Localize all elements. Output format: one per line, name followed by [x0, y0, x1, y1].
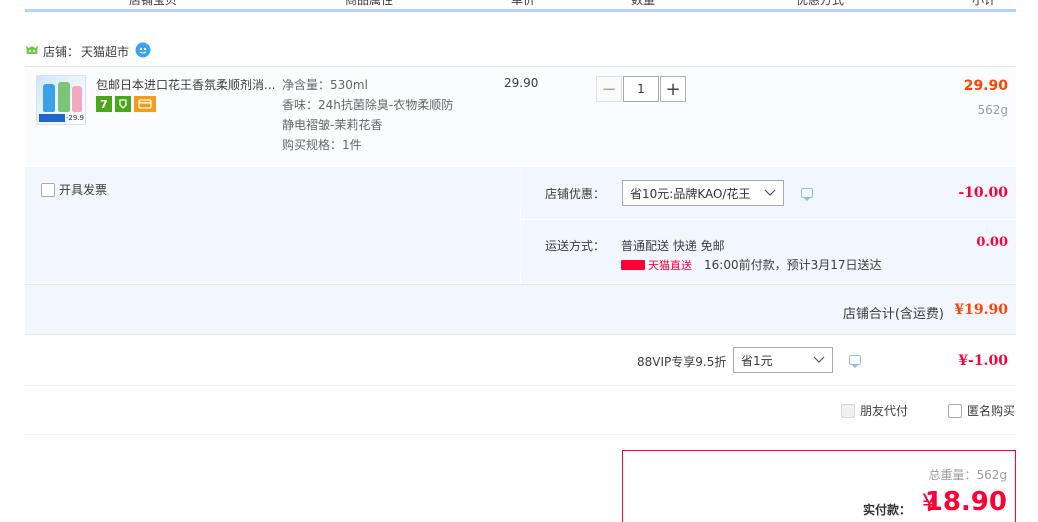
- shop-discount-select[interactable]: 省10元:品牌KAO/花王: [622, 180, 784, 206]
- invoice-option[interactable]: 开具发票: [41, 181, 107, 198]
- column-header-attrs: 商品属性: [345, 0, 394, 7]
- shop-discount-value: 省10元:品牌KAO/花王: [630, 186, 751, 201]
- vip-select-value: 省1元: [741, 353, 773, 368]
- shop-header: 店铺： 天猫超市: [25, 41, 151, 61]
- message-icon[interactable]: [801, 188, 813, 201]
- qty-decrease-button[interactable]: −: [596, 76, 622, 102]
- product-thumbnail[interactable]: -29.9: [36, 75, 86, 125]
- shop-discount-label: 店铺优惠：: [545, 187, 606, 201]
- vip-label: 88VIP专享9.5折: [637, 355, 727, 369]
- shop-label: 店铺：: [43, 44, 80, 59]
- tmall-direct-tag: 天猫直送: [621, 257, 692, 273]
- vip-discount-row: 88VIP专享9.5折 省1元 ¥-1.00: [25, 336, 1016, 386]
- column-header-discount: 优惠方式: [796, 0, 845, 7]
- shop-total-value: ¥19.90: [954, 302, 1008, 318]
- shipping-label: 运送方式：: [545, 239, 606, 253]
- tmall-direct-text: 天猫直送: [648, 258, 692, 272]
- actual-payment-amount: 18.90: [924, 487, 1007, 517]
- friend-pay-option[interactable]: 朋友代付: [841, 402, 908, 419]
- product-title-link[interactable]: 包邮日本进口花王香氛柔顺剂消...: [96, 76, 276, 93]
- shop-discount-amount: -10.00: [958, 185, 1008, 201]
- shop-total-label: 店铺合计(含运费): [842, 307, 944, 322]
- sku-line: 净含量：530ml: [282, 78, 368, 92]
- sku-line: 购买规格：1件: [282, 138, 362, 152]
- order-options-panel: 开具发票 店铺优惠： 省10元:品牌KAO/花王 -10.00 运送方式： 普通…: [25, 166, 1016, 284]
- shop-total-row: 店铺合计(含运费) ¥19.90: [25, 284, 1016, 335]
- service-badges: 7: [96, 96, 156, 112]
- shop-name-link[interactable]: 天猫超市: [81, 43, 129, 60]
- thumbnail-price-tag: -29.9: [65, 114, 84, 122]
- chevron-down-icon: [812, 353, 826, 367]
- anonymous-checkbox[interactable]: [948, 403, 962, 418]
- vip-discount-select[interactable]: 省1元: [733, 347, 833, 373]
- item-weight: 562g: [977, 103, 1008, 117]
- column-header-qty: 数量: [631, 0, 656, 7]
- sku-line: 静电褶皱-茉莉花香: [282, 118, 383, 132]
- invoice-checkbox[interactable]: [41, 182, 55, 197]
- sku-line: 香味：24h抗菌除臭-衣物柔顺防: [282, 98, 454, 112]
- actual-payment-label: 实付款：: [862, 503, 911, 517]
- column-header-item: 店铺宝贝: [129, 0, 178, 7]
- qty-input[interactable]: 1: [623, 76, 659, 102]
- item-subtotal: 29.90: [963, 78, 1008, 94]
- cart-item-row: -29.9 包邮日本进口花王香氛柔顺剂消... 7 净含量：530ml 香味：2…: [25, 66, 1016, 165]
- qty-increase-button[interactable]: +: [660, 76, 686, 102]
- shipping-amount: 0.00: [976, 235, 1008, 250]
- column-header-bar: 店铺宝贝 商品属性 单价 数量 优惠方式 小计: [25, 0, 1016, 12]
- shipping-method: 普通配送 快递 免邮: [621, 239, 725, 253]
- anonymous-label: 匿名购买: [967, 404, 1016, 418]
- column-header-price: 单价: [511, 0, 536, 7]
- shop-icon: [25, 44, 39, 59]
- product-sku-info: 净含量：530ml 香味：24h抗菌除臭-衣物柔顺防 静电褶皱-茉莉花香 购买规…: [282, 75, 453, 155]
- wangwang-chat-icon[interactable]: [135, 42, 151, 61]
- delivery-info: 天猫直送 16:00前付款，预计3月17日送达: [621, 256, 882, 273]
- delivery-eta: 16:00前付款，预计3月17日送达: [704, 258, 882, 272]
- invoice-label: 开具发票: [59, 183, 108, 197]
- unit-price: 29.90: [504, 76, 539, 90]
- vip-discount-amount: ¥-1.00: [958, 353, 1008, 369]
- credit-card-icon: [134, 96, 156, 112]
- chevron-down-icon: [763, 186, 777, 200]
- message-icon[interactable]: [849, 355, 861, 368]
- friend-pay-checkbox[interactable]: [841, 403, 855, 418]
- quantity-stepper: − 1 +: [596, 76, 686, 102]
- extra-options-row: 朋友代付 匿名购买: [25, 386, 1016, 435]
- column-header-subtotal: 小计: [972, 0, 997, 7]
- anonymous-option[interactable]: 匿名购买: [948, 402, 1015, 419]
- tmall-logo-icon: [621, 259, 645, 270]
- payment-summary: 总重量：562g 实付款： ¥ 18.90: [622, 450, 1016, 522]
- friend-pay-label: 朋友代付: [860, 404, 909, 418]
- guarantee-icon: [115, 96, 131, 112]
- seven-day-return-icon: 7: [96, 96, 112, 112]
- total-weight: 总重量：562g: [928, 468, 1007, 482]
